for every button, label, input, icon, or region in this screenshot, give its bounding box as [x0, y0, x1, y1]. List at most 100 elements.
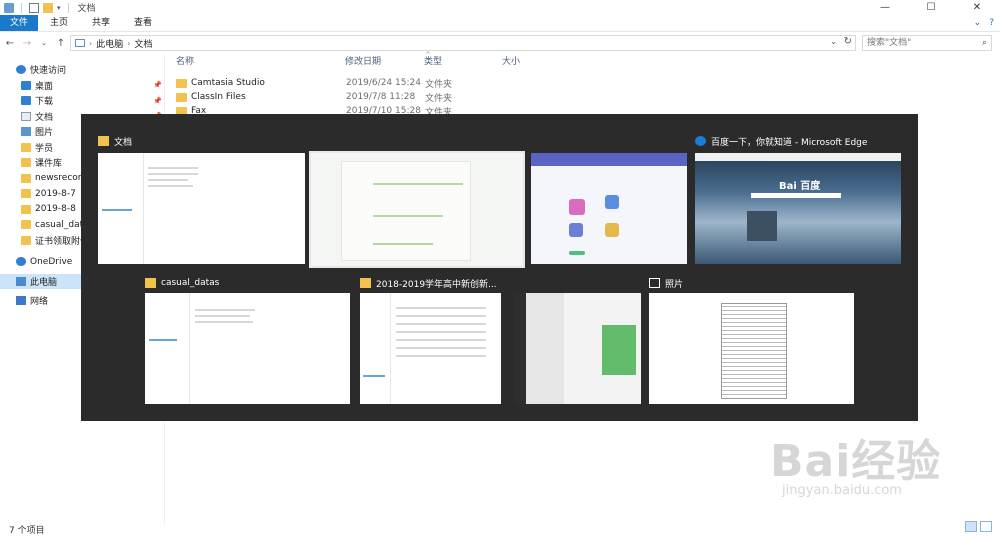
divider — [67, 2, 69, 13]
thumbnail-line — [396, 339, 486, 341]
window-thumbnail — [309, 151, 525, 268]
properties-icon[interactable] — [29, 2, 39, 13]
switcher-window-chat[interactable] — [514, 279, 641, 404]
tab-view[interactable]: 查看 — [122, 15, 164, 31]
sidebar-item-label: 课件库 — [35, 159, 63, 170]
close-button[interactable]: ✕ — [954, 0, 1000, 15]
window-thumbnail — [360, 293, 501, 404]
maximize-button[interactable]: ☐ — [908, 0, 954, 15]
recent-locations-icon[interactable]: ⌄ — [37, 39, 51, 47]
address-bar[interactable]: › 此电脑 › 文档 ⌄ ↻ — [70, 35, 856, 51]
breadcrumb-this-pc[interactable]: 此电脑 — [96, 37, 123, 50]
large-icons-view-icon[interactable] — [980, 521, 992, 532]
documents-icon — [21, 111, 31, 121]
expand-ribbon-icon[interactable]: ⌄ — [974, 15, 982, 32]
file-row[interactable]: Camtasia Studio 2019/6/24 15:24 文件夹 — [176, 76, 576, 90]
window-thumbnail — [145, 293, 350, 404]
switcher-window-selected[interactable] — [309, 129, 525, 268]
sidebar-item-desktop[interactable]: 桌面 📌 — [0, 78, 165, 94]
sidebar-item-label: 网络 — [30, 297, 49, 308]
explorer-icon[interactable] — [4, 2, 14, 13]
folder-icon — [21, 158, 31, 168]
tab-share[interactable]: 共享 — [80, 15, 122, 31]
back-arrow-icon[interactable]: ← — [3, 38, 17, 49]
download-icon — [21, 96, 31, 106]
thumbnail-selection — [363, 375, 385, 377]
sidebar-item-label: 学员 — [35, 143, 54, 154]
search-input[interactable]: 搜索"文档" ⌕ — [862, 35, 992, 51]
sidebar-item-label: 图片 — [35, 128, 54, 139]
switcher-window-documents[interactable]: 文档 — [98, 132, 305, 264]
folder-icon — [176, 92, 187, 102]
window-label: 2018-2019学年高中新创新... — [360, 274, 497, 292]
star-icon — [16, 65, 26, 75]
sidebar-item-label: 文档 — [35, 112, 54, 123]
sidebar-item-downloads[interactable]: 下载 📌 — [0, 93, 165, 109]
chevron-down-icon[interactable]: ⌄ — [830, 37, 837, 46]
switcher-window-edge[interactable]: 百度一下，你就知道 - Microsoft Edge Bai 百度 — [695, 132, 901, 264]
cloud-icon — [16, 257, 26, 267]
forward-arrow-icon[interactable]: → — [20, 38, 34, 49]
column-headers: ^ 名称 修改日期 类型 大小 — [170, 51, 570, 71]
quick-access-toolbar: ▾ 文档 — [0, 0, 96, 15]
tab-file[interactable]: 文件 — [0, 15, 39, 31]
divider — [21, 2, 22, 13]
window-title: 文档 — [77, 4, 96, 14]
window-controls: — ☐ ✕ — [862, 0, 1000, 15]
thumbnail-line — [396, 355, 486, 357]
pin-icon: 📌 — [153, 96, 162, 105]
breadcrumb-documents[interactable]: 文档 — [134, 37, 152, 50]
switcher-window-app[interactable] — [531, 139, 687, 264]
window-thumbnail — [514, 293, 641, 404]
tab-home[interactable]: 主页 — [38, 15, 80, 31]
folder-icon — [176, 78, 187, 88]
folder-explorer-icon — [98, 136, 109, 146]
column-header-name[interactable]: 名称 — [176, 54, 194, 71]
sidebar-item-label: 桌面 — [35, 81, 54, 92]
thumbnail-list — [526, 293, 564, 404]
switcher-window-2018-2019[interactable]: 2018-2019学年高中新创新... — [360, 274, 501, 404]
up-arrow-icon[interactable]: ↑ — [54, 38, 68, 49]
thumbnail-sidebar — [360, 293, 392, 404]
window-label: casual_datas — [145, 274, 219, 292]
switcher-window-casual-datas[interactable]: casual_datas — [145, 274, 350, 404]
folder-icon — [21, 235, 31, 245]
column-header-type[interactable]: 类型 — [424, 54, 442, 71]
customize-toolbar-icon[interactable]: ▾ — [57, 4, 61, 12]
help-icon[interactable]: ? — [989, 15, 994, 32]
new-folder-icon[interactable] — [43, 2, 53, 13]
thumbnail-sidebar — [145, 293, 191, 404]
ribbon-tabs: 文件 主页 共享 查看 ⌄ ? — [0, 15, 1000, 32]
view-toggle — [965, 521, 992, 532]
baidu-logo-icon: Bai 百度 — [779, 181, 821, 192]
minimize-button[interactable]: — — [862, 0, 908, 15]
thumbnail-image — [602, 325, 636, 375]
window-label: 文档 — [98, 132, 132, 150]
app-tile-icon — [605, 195, 619, 209]
window-thumbnail — [649, 293, 854, 404]
sidebar-item-label: 下载 — [35, 97, 54, 108]
edge-icon — [695, 136, 706, 146]
details-view-icon[interactable] — [965, 521, 977, 532]
column-header-date[interactable]: 修改日期 — [345, 54, 381, 71]
refresh-icon[interactable]: ↻ — [844, 36, 852, 47]
folder-icon — [21, 173, 31, 183]
chevron-right-icon[interactable]: › — [127, 39, 130, 48]
thumbnail-toolbar — [695, 153, 901, 161]
chevron-right-icon[interactable]: › — [89, 39, 92, 48]
search-icon: ⌕ — [981, 38, 987, 48]
sidebar-item-label: newsrecord — [35, 173, 88, 184]
switcher-window-photos[interactable]: 照片 — [649, 274, 854, 404]
file-row[interactable]: ClassIn Files 2019/7/8 11:28 文件夹 — [176, 90, 576, 104]
thumbnail-search — [751, 193, 841, 198]
thumbnail-line — [396, 323, 486, 325]
column-header-size[interactable]: 大小 — [502, 54, 520, 71]
sidebar-item-label: 2019-8-8 — [35, 204, 76, 215]
thumbnail-line — [148, 167, 198, 169]
thumbnail-line — [396, 347, 486, 349]
thumbnail-line — [373, 243, 433, 245]
sidebar-item-quick-access[interactable]: 快速访问 — [0, 62, 165, 78]
app-tile-icon — [569, 223, 583, 237]
window-title: 文档 — [114, 137, 133, 148]
folder-explorer-icon — [360, 278, 371, 288]
